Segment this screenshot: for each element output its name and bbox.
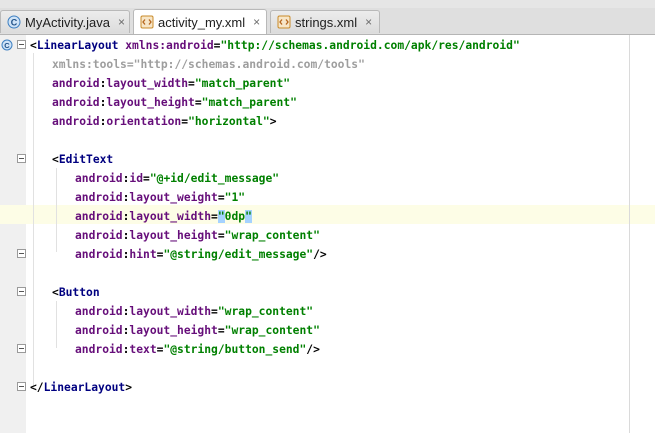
fold-toggle-icon[interactable]: [17, 40, 26, 49]
code-line: <Button: [52, 286, 100, 299]
editor-gutter: [0, 35, 26, 433]
xml-attribute: xmlns:android: [125, 39, 214, 52]
xml-value: 0dp: [224, 210, 246, 223]
xml-file-icon: [140, 15, 154, 29]
xml-attribute: orientation: [106, 115, 182, 128]
fold-toggle-icon[interactable]: [17, 344, 26, 353]
xml-tag-name: Button: [58, 286, 100, 299]
xml-namespace: android: [75, 305, 123, 318]
xml-value: "http://schemas.android.com/tools": [133, 58, 365, 71]
xml-value: "match_parent": [201, 96, 297, 109]
xml-value: "@+id/edit_message": [149, 172, 280, 185]
code-line: xmlns:tools="http://schemas.android.com/…: [52, 58, 365, 71]
fold-toggle-icon[interactable]: [17, 249, 26, 258]
code-line: <EditText: [52, 153, 114, 166]
xml-attribute: text: [129, 343, 157, 356]
xml-namespace: android: [75, 210, 123, 223]
xml-value: "wrap_content": [224, 324, 320, 337]
code-line: </LinearLayout>: [30, 381, 133, 394]
close-icon[interactable]: ×: [253, 15, 260, 29]
xml-value: "horizontal": [188, 115, 270, 128]
xml-file-icon: [277, 15, 291, 29]
code-line: android:text="@string/button_send"/>: [75, 343, 320, 356]
close-icon[interactable]: ×: [118, 15, 125, 29]
xml-namespace: android: [52, 96, 100, 109]
tab-myactivity-java[interactable]: C MyActivity.java ×: [0, 10, 130, 33]
class-gutter-icon[interactable]: C: [1, 39, 13, 51]
code-line: <LinearLayout xmlns:android="http://sche…: [30, 39, 520, 52]
xml-namespace: android: [75, 343, 123, 356]
xml-namespace: android: [75, 248, 123, 261]
xml-attribute: hint: [129, 248, 157, 261]
tab-label: activity_my.xml: [158, 14, 246, 30]
code-line-current: android:layout_width="0dp": [75, 210, 252, 223]
java-class-icon: C: [7, 15, 21, 29]
right-margin-guide: [629, 35, 630, 433]
matched-quote: ": [217, 210, 225, 223]
tab-strings-xml[interactable]: strings.xml ×: [270, 10, 380, 33]
xml-attribute: id: [129, 172, 144, 185]
xml-value: "@string/button_send": [163, 343, 307, 356]
matched-quote: ": [245, 210, 252, 223]
indent-guide: [56, 168, 57, 252]
code-line: android:layout_height="match_parent": [52, 96, 297, 109]
fold-toggle-icon[interactable]: [17, 382, 26, 391]
svg-text:C: C: [4, 41, 10, 50]
xml-value: "wrap_content": [224, 229, 320, 242]
xml-value: "wrap_content": [217, 305, 314, 318]
code-line: android:layout_weight="1": [75, 191, 246, 204]
tab-activity-my-xml[interactable]: activity_my.xml ×: [133, 9, 267, 34]
code-line: android:layout_height="wrap_content": [75, 324, 320, 337]
xml-tag-name: LinearLayout: [36, 39, 119, 52]
xml-attribute: xmlns:tools: [52, 58, 127, 71]
code-line: android:orientation="horizontal">: [52, 115, 277, 128]
close-icon[interactable]: ×: [365, 15, 372, 29]
code-editor[interactable]: C <LinearLayout xmlns:android="http://sc…: [0, 35, 655, 433]
xml-attribute: layout_width: [106, 77, 189, 90]
xml-value: "1": [224, 191, 246, 204]
tab-label: MyActivity.java: [25, 14, 110, 30]
code-line: android:layout_height="wrap_content": [75, 229, 320, 242]
xml-attribute: layout_width: [129, 210, 212, 223]
xml-tag-end: />: [306, 343, 320, 356]
code-line: android:id="@+id/edit_message": [75, 172, 280, 185]
svg-text:C: C: [11, 18, 18, 28]
xml-namespace: android: [52, 115, 100, 128]
code-line: android:layout_width="wrap_content": [75, 305, 314, 318]
xml-attribute: layout_weight: [129, 191, 218, 204]
xml-namespace: android: [75, 229, 123, 242]
fold-toggle-icon[interactable]: [17, 287, 26, 296]
xml-tag-name: EditText: [58, 153, 114, 166]
code-line: android:hint="@string/edit_message"/>: [75, 248, 327, 261]
xml-attribute: layout_width: [129, 305, 212, 318]
xml-namespace: android: [75, 324, 123, 337]
xml-value: "@string/edit_message": [163, 248, 314, 261]
code-line: android:layout_width="match_parent": [52, 77, 291, 90]
xml-attribute: layout_height: [106, 96, 195, 109]
indent-guide: [56, 301, 57, 348]
xml-attribute: layout_height: [129, 324, 218, 337]
xml-namespace: android: [75, 191, 123, 204]
xml-namespace: android: [52, 77, 100, 90]
xml-value: "match_parent": [194, 77, 291, 90]
xml-attribute: layout_height: [129, 229, 218, 242]
indent-guide: [33, 53, 34, 389]
xml-tag-end: >: [269, 115, 277, 128]
editor-tab-bar: C MyActivity.java × activity_my.xml × st…: [0, 8, 655, 35]
fold-toggle-icon[interactable]: [17, 154, 26, 163]
tab-label: strings.xml: [295, 14, 358, 30]
xml-value: "http://schemas.android.com/apk/res/andr…: [220, 39, 520, 52]
xml-namespace: android: [75, 172, 123, 185]
xml-tag-end: />: [313, 248, 327, 261]
xml-tag-name: LinearLayout: [43, 381, 126, 394]
